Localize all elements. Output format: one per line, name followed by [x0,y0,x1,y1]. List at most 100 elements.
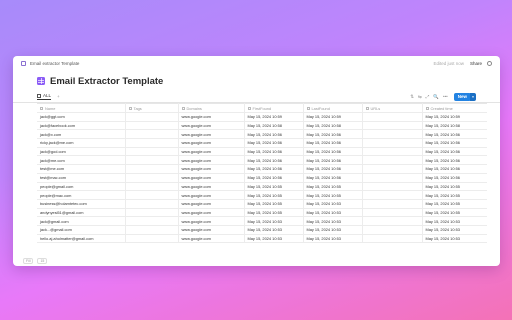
table-cell[interactable]: www.google.com [178,138,245,148]
table-cell[interactable]: May 15, 2024 10:56 [303,164,363,174]
table-row[interactable]: jack@facebook.com www.google.com May 15, 2… [37,121,487,131]
table-cell[interactable]: www.google.com [178,173,245,183]
table-cell[interactable]: May 15, 2024 10:56 [303,155,363,166]
table-cell[interactable]: www.google.com [178,155,245,166]
table-row[interactable]: jack@ggt.com www.google.com May 15, 2024 1… [37,112,487,122]
table-cell[interactable]: people@mac.com [37,190,126,200]
table-cell[interactable] [362,155,423,166]
table-cell[interactable]: May 15, 2024 10:53 [303,225,363,235]
table-cell[interactable] [125,234,179,244]
table-cell[interactable] [362,173,423,183]
clock-icon[interactable] [487,61,492,66]
new-dropdown-icon[interactable]: ▾ [470,92,476,101]
table-cell[interactable]: May 15, 2024 10:56 [244,138,304,148]
column-header[interactable]: LastFound [303,103,363,113]
table-cell[interactable]: May 15, 2024 10:56 [244,129,304,140]
table-cell[interactable]: May 15, 2024 10:56 [244,164,304,174]
table-cell[interactable]: ricky.jack@me.com [37,138,126,148]
table-cell[interactable]: test@mac.com [37,173,126,183]
table-cell[interactable] [125,182,179,192]
expand-icon[interactable]: ⤢ [426,94,430,99]
table-cell[interactable]: May 15, 2024 10:56 [422,129,487,140]
table-cell[interactable]: jack@me.com [37,155,126,166]
table-cell[interactable]: business@holamtetec.com [37,199,126,209]
table-cell[interactable]: May 15, 2024 10:55 [303,190,363,200]
table-cell[interactable]: May 15, 2024 10:53 [244,225,304,235]
fill-button[interactable]: Fill [23,258,34,264]
table-cell[interactable]: www.google.com [178,112,245,122]
table-cell[interactable]: May 15, 2024 10:53 [244,216,304,226]
table-cell[interactable] [125,225,179,235]
table-cell[interactable]: jack...@gmail.com [37,225,126,235]
table-cell[interactable]: andynyesi51@gmail.com [37,208,126,218]
tab-all[interactable]: ALL [37,93,52,100]
more-options-icon[interactable]: ••• [443,94,448,99]
table-cell[interactable]: www.google.com [178,147,245,157]
table-row[interactable]: jack@god.com www.google.com May 15, 2024 1… [37,147,487,157]
table-cell[interactable]: May 15, 2024 10:53 [303,234,363,244]
table-cell[interactable]: May 15, 2024 10:58 [422,121,487,131]
table-cell[interactable]: May 15, 2024 10:55 [244,182,304,192]
table-cell[interactable] [362,225,423,235]
table-cell[interactable]: jack@gmail.com [37,216,126,226]
table-cell[interactable]: jack@god.com [37,147,126,157]
page-title[interactable]: Email Extractor Template [50,76,163,87]
table-cell[interactable]: May 15, 2024 10:53 [244,234,304,244]
table-cell[interactable]: May 15, 2024 10:56 [422,147,487,157]
table-cell[interactable] [125,164,179,174]
table-cell[interactable]: May 15, 2024 10:56 [422,164,487,174]
table-row[interactable]: business@holamtetec.com www.google.com May… [37,199,487,209]
table-cell[interactable]: May 15, 2024 10:56 [422,138,487,148]
table-cell[interactable]: May 15, 2024 10:56 [244,147,304,157]
table-cell[interactable] [362,216,423,226]
share-button[interactable]: Share [470,61,482,66]
table-cell[interactable] [125,129,179,140]
table-cell[interactable] [362,138,423,148]
table-cell[interactable]: www.google.com [178,216,245,226]
table-cell[interactable]: hello.aj.aholmatter@gmail.com [37,234,126,244]
table-cell[interactable] [362,234,423,244]
search-icon[interactable]: 🔍 [433,94,439,100]
table-cell[interactable]: May 15, 2024 10:59 [244,112,304,122]
table-cell[interactable] [125,216,179,226]
table-cell[interactable]: jack@x.com [37,129,126,140]
table-cell[interactable]: May 15, 2024 10:58 [303,121,363,131]
table-cell[interactable]: jack@facebook.com [37,121,126,131]
table-cell[interactable]: May 15, 2024 10:56 [303,147,363,157]
table-cell[interactable]: www.google.com [178,121,245,131]
table-cell[interactable]: jack@ggt.com [37,112,126,122]
table-cell[interactable]: May 15, 2024 10:56 [303,173,363,183]
table-cell[interactable]: May 15, 2024 10:59 [422,112,487,122]
table-cell[interactable] [125,199,179,209]
table-cell[interactable] [125,173,179,183]
column-header[interactable]: Domains [178,103,245,113]
table-cell[interactable]: May 15, 2024 10:53 [422,225,487,235]
table-row[interactable]: people@mac.com www.google.com May 15, 2024… [37,190,487,200]
column-header[interactable]: Tags [125,103,179,113]
table-cell[interactable] [362,121,423,131]
table-cell[interactable] [125,112,179,122]
table-row[interactable]: jack@gmail.com www.google.com May 15, 2024… [37,216,487,226]
table-cell[interactable]: May 15, 2024 10:55 [422,190,487,200]
table-row[interactable]: test@me.com www.google.com May 15, 2024 10… [37,164,487,174]
table-cell[interactable]: people@gmail.com [37,182,126,192]
add-view-button[interactable]: + [57,94,60,99]
table-cell[interactable] [125,121,179,131]
table-cell[interactable] [362,147,423,157]
sort-icon[interactable]: ⇅ [410,94,414,100]
table-cell[interactable]: test@me.com [37,164,126,174]
table-cell[interactable]: May 15, 2024 10:55 [303,182,363,192]
new-button[interactable]: New [453,92,471,101]
table-cell[interactable] [362,164,423,174]
column-header[interactable]: Name [37,103,126,113]
table-cell[interactable]: May 15, 2024 10:53 [303,216,363,226]
table-cell[interactable]: www.google.com [178,208,245,218]
table-cell[interactable]: www.google.com [178,182,245,192]
table-cell[interactable]: www.google.com [178,190,245,200]
column-header[interactable]: URLs [362,103,423,113]
table-row[interactable]: andynyesi51@gmail.com www.google.com May 1… [37,208,487,218]
table-row[interactable]: hello.aj.aholmatter@gmail.com www.google.… [37,234,487,244]
table-cell[interactable]: May 15, 2024 10:53 [422,216,487,226]
table-cell[interactable]: May 15, 2024 10:56 [303,129,363,140]
table-cell[interactable] [362,190,423,200]
